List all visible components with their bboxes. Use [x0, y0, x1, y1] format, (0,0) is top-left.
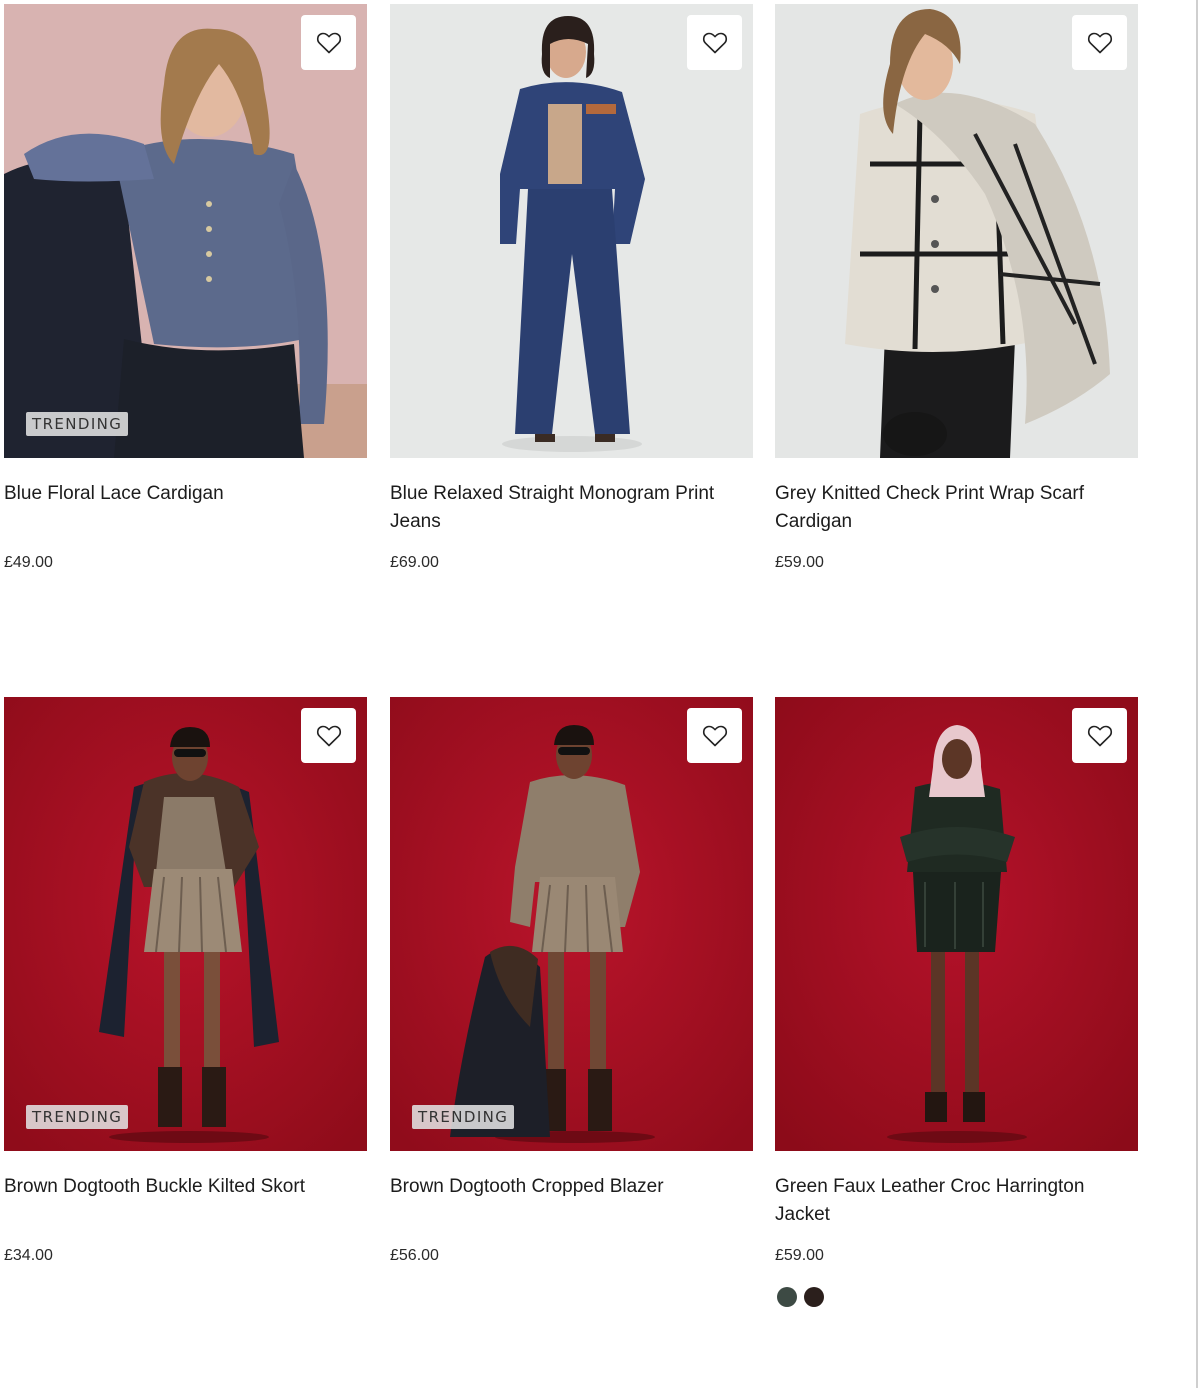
product-title[interactable]: Brown Dogtooth Cropped Blazer: [390, 1173, 740, 1201]
wishlist-button[interactable]: [301, 15, 356, 70]
product-title[interactable]: Grey Knitted Check Print Wrap Scarf Card…: [775, 480, 1125, 535]
product-title[interactable]: Blue Floral Lace Cardigan: [4, 480, 354, 508]
product-image[interactable]: [775, 4, 1138, 458]
product-photo: [390, 4, 753, 458]
trending-badge: TRENDING: [26, 412, 129, 436]
color-swatch-brown[interactable]: [804, 1287, 824, 1307]
heart-icon: [702, 725, 727, 746]
heart-icon: [702, 32, 727, 53]
trending-badge: TRENDING: [26, 1105, 129, 1129]
product-photo: [775, 697, 1138, 1151]
product-price: £56.00: [390, 1247, 439, 1264]
product-photo: [775, 4, 1138, 458]
heart-icon: [316, 32, 341, 53]
product-photo: [4, 697, 367, 1151]
product-price: £69.00: [390, 554, 439, 571]
product-image[interactable]: TRENDING: [4, 4, 367, 458]
wishlist-button[interactable]: [301, 708, 356, 763]
product-title[interactable]: Green Faux Leather Croc Harrington Jacke…: [775, 1173, 1125, 1228]
product-price: £59.00: [775, 554, 824, 571]
product-price: £59.00: [775, 1247, 824, 1264]
wishlist-button[interactable]: [687, 708, 742, 763]
trending-badge: TRENDING: [412, 1105, 515, 1129]
heart-icon: [316, 725, 341, 746]
product-image[interactable]: [775, 697, 1138, 1151]
product-title[interactable]: Blue Relaxed Straight Monogram Print Jea…: [390, 480, 740, 535]
product-image[interactable]: TRENDING: [390, 697, 753, 1151]
color-swatch-green[interactable]: [777, 1287, 797, 1307]
product-title[interactable]: Brown Dogtooth Buckle Kilted Skort: [4, 1173, 354, 1201]
color-swatches: [777, 1287, 824, 1307]
product-photo: [390, 697, 753, 1151]
product-image[interactable]: TRENDING: [4, 697, 367, 1151]
heart-icon: [1087, 32, 1112, 53]
heart-icon: [1087, 725, 1112, 746]
product-card[interactable]: TRENDING Brown Dogtooth Cropped Blazer £…: [390, 697, 753, 1264]
product-photo: [4, 4, 367, 458]
page-edge-rule: [1196, 0, 1198, 1388]
wishlist-button[interactable]: [1072, 708, 1127, 763]
product-image[interactable]: [390, 4, 753, 458]
product-card[interactable]: TRENDING Blue Floral Lace Cardigan £49.0…: [4, 4, 367, 571]
wishlist-button[interactable]: [687, 15, 742, 70]
product-card[interactable]: Grey Knitted Check Print Wrap Scarf Card…: [775, 4, 1138, 571]
product-card[interactable]: TRENDING Brown Dogtooth Buckle Kilted Sk…: [4, 697, 367, 1264]
wishlist-button[interactable]: [1072, 15, 1127, 70]
product-card[interactable]: Green Faux Leather Croc Harrington Jacke…: [775, 697, 1138, 1307]
product-price: £34.00: [4, 1247, 53, 1264]
product-card[interactable]: Blue Relaxed Straight Monogram Print Jea…: [390, 4, 753, 571]
product-price: £49.00: [4, 554, 53, 571]
